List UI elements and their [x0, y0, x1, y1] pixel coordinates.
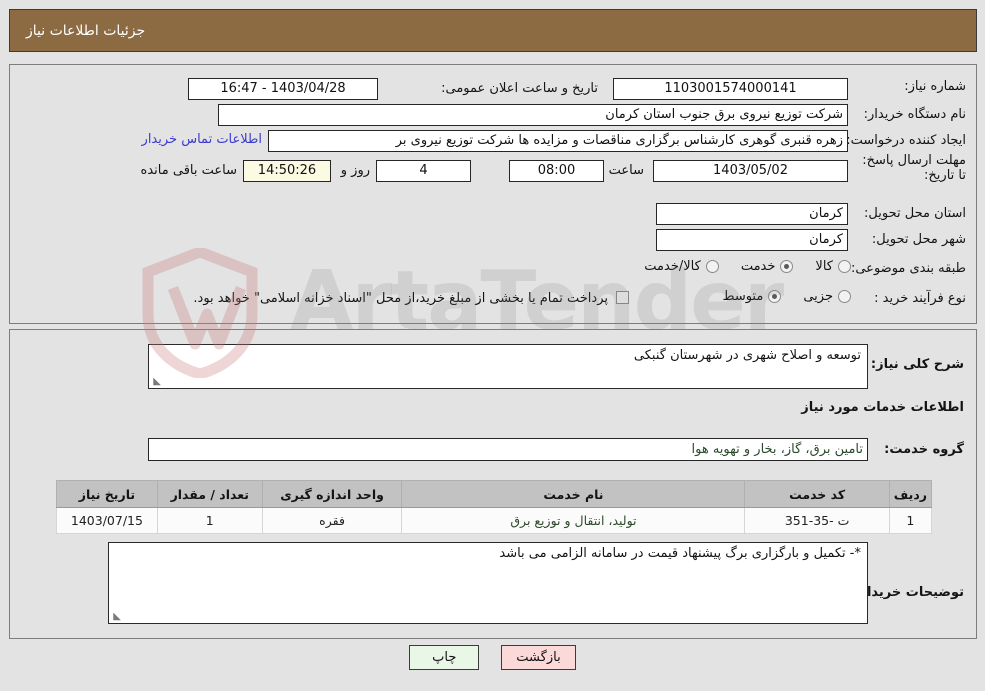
category-radio-0[interactable] — [838, 260, 851, 273]
back-button[interactable]: بازگشت — [501, 645, 576, 670]
cell-unit: فقره — [261, 507, 403, 534]
th-name: نام خدمت — [401, 480, 746, 508]
category-label-2: کالا/خدمت — [644, 259, 701, 274]
buyer-notes-value: *- تکمیل و بارگزاری برگ پیشنهاد قیمت در … — [499, 546, 861, 561]
process-label: نوع فرآیند خرید : — [874, 291, 966, 306]
page-title: جزئیات اطلاعات نیاز — [26, 22, 146, 39]
print-button[interactable]: چاپ — [409, 645, 480, 670]
page-title-bar: جزئیات اطلاعات نیاز — [9, 9, 977, 52]
city-field[interactable]: کرمان — [656, 229, 848, 251]
th-qty: تعداد / مقدار — [156, 480, 263, 508]
deadline-date-field[interactable]: 1403/05/02 — [653, 160, 848, 182]
remaining-time-field: 14:50:26 — [243, 160, 331, 182]
service-group-field[interactable]: تامین برق، گاز، بخار و تهویه هوا — [148, 438, 868, 461]
process-label-0: جزیی — [803, 289, 833, 304]
details-panel: شرح کلی نیاز: توسعه و اصلاح شهری در شهرس… — [9, 329, 977, 639]
cell-code: ت -35-351 — [744, 507, 890, 534]
deadline-hour-label: ساعت — [608, 163, 644, 178]
announce-datetime-field[interactable]: 1403/04/28 - 16:47 — [188, 78, 378, 100]
process-label-1: متوسط — [722, 289, 764, 304]
cell-name: تولید، انتقال و توزیع برق — [401, 507, 746, 534]
th-date: تاریخ نیاز — [56, 480, 158, 508]
need-number-label: شماره نیاز: — [904, 79, 966, 94]
table-row: 1 ت -35-351 تولید، انتقال و توزیع برق فق… — [56, 507, 933, 534]
deadline-hour-field[interactable]: 08:00 — [509, 160, 604, 182]
city-label: شهر محل تحویل: — [871, 232, 966, 247]
treasury-checkbox[interactable] — [616, 291, 629, 304]
process-radio-group: جزیی متوسط — [722, 289, 851, 304]
category-radio-1[interactable] — [780, 260, 794, 273]
creator-label: ایجاد کننده درخواست: — [846, 133, 966, 148]
process-radio-0[interactable] — [838, 290, 851, 303]
table-header-row: ردیف کد خدمت نام خدمت واحد اندازه گیری ت… — [56, 480, 933, 508]
service-group-label: گروه خدمت: — [884, 442, 964, 457]
resize-grip-icon[interactable]: ◣ — [151, 377, 161, 387]
description-label: شرح کلی نیاز: — [870, 357, 964, 372]
category-label-1: خدمت — [740, 259, 776, 274]
category-label: طبقه بندی موضوعی: — [850, 261, 966, 276]
need-info-panel: شماره نیاز: 1103001574000141 تاریخ و ساع… — [9, 64, 977, 324]
deadline-label: مهلت ارسال پاسخ: تا تاریخ: — [862, 153, 966, 183]
category-label-0: کالا — [815, 259, 833, 274]
description-value: توسعه و اصلاح شهری در شهرستان گنبکی — [633, 348, 861, 363]
need-number-field[interactable]: 1103001574000141 — [613, 78, 848, 100]
th-radif: ردیف — [888, 480, 933, 508]
description-textarea[interactable]: توسعه و اصلاح شهری در شهرستان گنبکی ◣ — [148, 344, 868, 389]
buyer-notes-textarea[interactable]: *- تکمیل و بارگزاری برگ پیشنهاد قیمت در … — [108, 542, 868, 624]
category-radio-2[interactable] — [705, 260, 719, 273]
buyer-contact-link[interactable]: اطلاعات تماس خریدار — [142, 132, 262, 147]
announce-datetime-label: تاریخ و ساعت اعلان عمومی: — [441, 81, 598, 96]
services-section-title: اطلاعات خدمات مورد نیاز — [801, 400, 964, 415]
th-code: کد خدمت — [744, 480, 890, 508]
cell-qty: 1 — [156, 507, 263, 534]
province-label: استان محل تحویل: — [864, 206, 966, 221]
services-table: ردیف کد خدمت نام خدمت واحد اندازه گیری ت… — [56, 480, 933, 534]
buyer-org-field[interactable]: شرکت توزیع نیروی برق جنوب استان کرمان — [218, 104, 848, 126]
remaining-days-field[interactable]: 4 — [376, 160, 471, 182]
remaining-days-label: روز و — [340, 163, 370, 178]
buyer-notes-label: توضیحات خریدار: — [854, 585, 964, 600]
remaining-time-label: ساعت باقی مانده — [140, 163, 237, 178]
treasury-text: پرداخت تمام یا بخشی از مبلغ خرید،از محل … — [193, 291, 608, 306]
creator-field[interactable]: زهره قنبری گوهری کارشناس برگزاری مناقصات… — [268, 130, 848, 152]
need-number-row: شماره نیاز: — [856, 79, 966, 94]
buyer-org-label: نام دستگاه خریدار: — [863, 107, 966, 122]
process-radio-1[interactable] — [768, 290, 782, 303]
cell-radif: 1 — [888, 507, 933, 534]
category-radio-group: کالا خدمت کالا/خدمت — [644, 259, 851, 274]
footer-button-row: بازگشت چاپ — [0, 645, 985, 670]
cell-date: 1403/07/15 — [56, 507, 158, 534]
province-field[interactable]: کرمان — [656, 203, 848, 225]
th-unit: واحد اندازه گیری — [261, 480, 403, 508]
resize-grip-icon-2[interactable]: ◣ — [111, 612, 121, 622]
